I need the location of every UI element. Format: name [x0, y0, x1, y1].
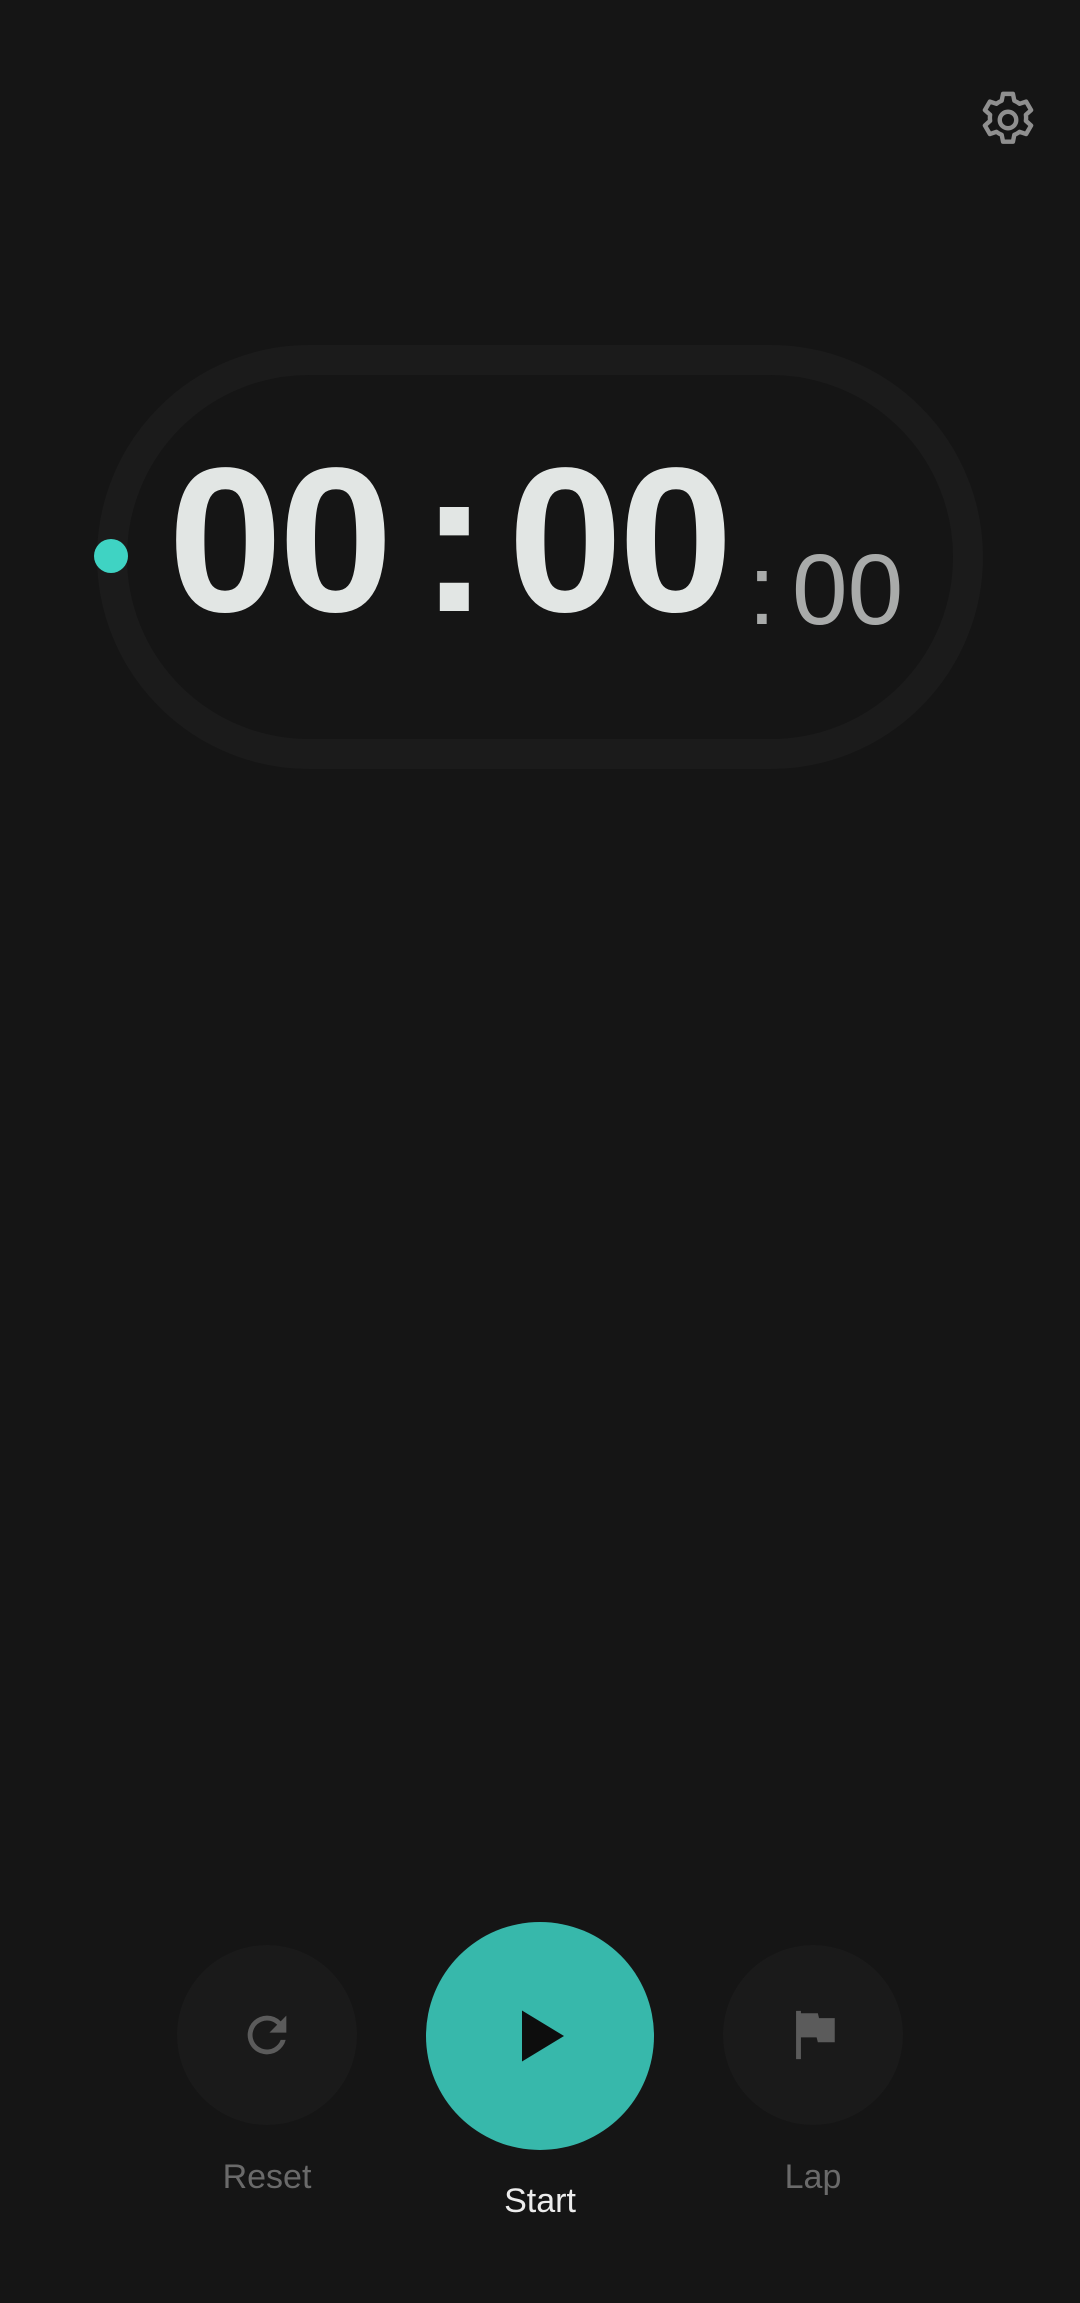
- start-button[interactable]: [426, 1922, 654, 2150]
- start-label: Start: [504, 2182, 576, 2220]
- play-icon: [504, 2000, 576, 2072]
- seconds-digits: 00: [508, 425, 733, 655]
- centiseconds-separator: :: [748, 534, 776, 646]
- refresh-icon: [238, 2006, 296, 2064]
- gear-icon: [975, 87, 1041, 153]
- minutes-digits: 00: [168, 425, 393, 655]
- reset-button[interactable]: [177, 1945, 357, 2125]
- centiseconds-digits: 00: [792, 534, 904, 646]
- minutes-seconds-separator: :: [420, 425, 489, 655]
- lap-label: Lap: [784, 2158, 842, 2196]
- lap-button[interactable]: [723, 1945, 903, 2125]
- stopwatch-screen: 00 : 00 : 00 Reset Start Lap: [0, 0, 1080, 2303]
- flag-icon: [784, 2006, 842, 2064]
- elapsed-time-display: 00 : 00 : 00: [0, 425, 1080, 655]
- settings-button[interactable]: [968, 80, 1048, 160]
- reset-label: Reset: [222, 2158, 312, 2196]
